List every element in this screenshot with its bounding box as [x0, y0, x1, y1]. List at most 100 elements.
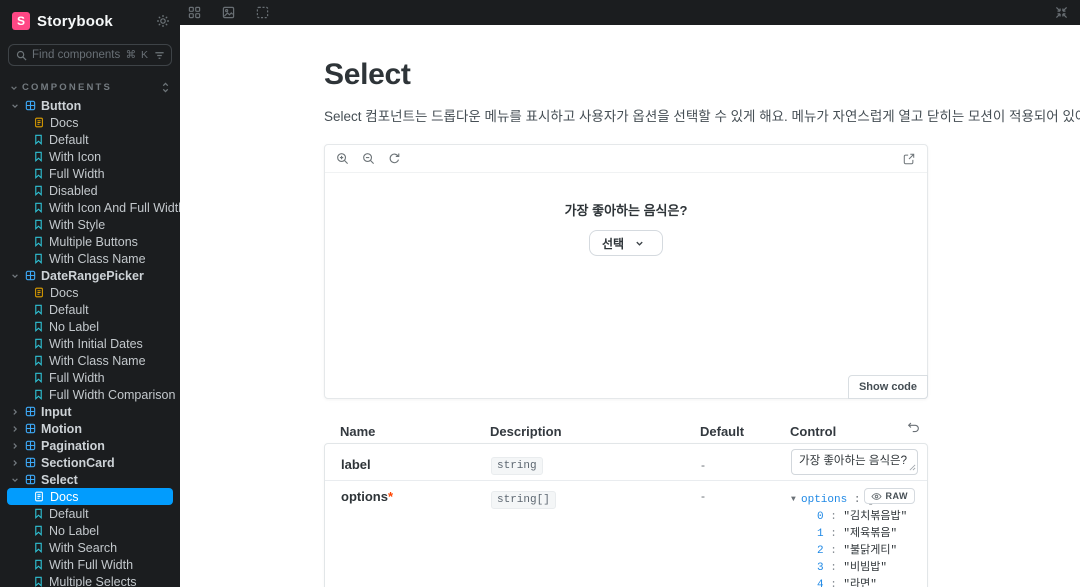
sidebar-story-button-docs[interactable]: Docs	[0, 114, 180, 131]
chevron-right-icon	[10, 442, 20, 450]
sidebar-story-button-with-style[interactable]: With Style	[0, 216, 180, 233]
sidebar-story-daterangepicker-default[interactable]: Default	[0, 301, 180, 318]
story-demo: 가장 좋아하는 음식은? 선택	[325, 173, 927, 257]
story-bookmark-icon	[34, 134, 43, 145]
page-title: Select	[324, 58, 411, 91]
show-code-button[interactable]: Show code	[847, 375, 928, 400]
sidebar-item-label: No Label	[49, 319, 100, 334]
sidebar-story-button-multiple-buttons[interactable]: Multiple Buttons	[0, 233, 180, 250]
sidebar-item-label: Motion	[41, 421, 82, 436]
collapse-all-icon[interactable]	[161, 82, 170, 93]
zoom-reset-icon[interactable]	[388, 152, 401, 165]
sidebar-item-label: With Search	[49, 540, 118, 555]
text-control-input[interactable]	[791, 449, 918, 476]
component-grid-icon	[25, 270, 36, 281]
sidebar-component-select[interactable]: Select	[0, 471, 180, 488]
sidebar-story-daterangepicker-full-width[interactable]: Full Width	[0, 369, 180, 386]
sidebar-story-select-with-full-width[interactable]: With Full Width	[0, 556, 180, 573]
eye-icon	[870, 492, 882, 501]
args-row-label: label string -	[325, 444, 927, 480]
sidebar-story-button-with-class-name[interactable]: With Class Name	[0, 250, 180, 267]
sidebar-story-daterangepicker-with-class-name[interactable]: With Class Name	[0, 352, 180, 369]
arg-default: -	[701, 457, 705, 472]
arg-description: string[]	[491, 489, 701, 510]
sidebar-item-label: Docs	[50, 285, 79, 300]
story-preview-panel: 가장 좋아하는 음식은? 선택 Show code	[324, 144, 928, 400]
json-array-item: 0 : "김치볶음밥"	[817, 511, 908, 524]
story-bookmark-icon	[34, 389, 43, 400]
story-bookmark-icon	[34, 219, 43, 230]
sidebar-story-select-docs[interactable]: Docs	[0, 488, 180, 505]
args-row-options: options* string[] - RAW ▼ options : [0 : "김치볶…	[325, 480, 927, 587]
sidebar-item-label: With Class Name	[49, 251, 146, 266]
image-background-icon[interactable]	[222, 6, 235, 19]
type-chip: string	[491, 456, 543, 475]
gear-icon[interactable]	[156, 14, 170, 28]
json-item-value: "제육볶음"	[843, 528, 898, 541]
sidebar-story-daterangepicker-with-initial-dates[interactable]: With Initial Dates	[0, 335, 180, 352]
sidebar-story-select-no-label[interactable]: No Label	[0, 522, 180, 539]
select-trigger-button[interactable]: 선택	[589, 230, 663, 257]
sidebar-story-daterangepicker-no-label[interactable]: No Label	[0, 318, 180, 335]
docs-page[interactable]: Select Select 컴포넌트는 드롭다운 메뉴를 표시하고 사용자가 옵…	[180, 25, 1080, 587]
docs-icon	[34, 117, 44, 128]
search-placeholder: Find components	[32, 49, 121, 61]
zoom-out-icon[interactable]	[362, 152, 375, 165]
story-bookmark-icon	[34, 168, 43, 179]
main-area: Select Select 컴포넌트는 드롭다운 메뉴를 표시하고 사용자가 옵…	[180, 0, 1080, 587]
caret-down-icon[interactable]: ▼	[791, 491, 801, 508]
sidebar-story-select-multiple-selects[interactable]: Multiple Selects	[0, 573, 180, 587]
brand: S Storybook	[0, 0, 180, 40]
brand-title: Storybook	[37, 12, 113, 30]
component-grid-icon	[25, 457, 36, 468]
json-array-item: 1 : "제육볶음"	[817, 528, 898, 541]
sidebar-story-daterangepicker-docs[interactable]: Docs	[0, 284, 180, 301]
sidebar-story-button-with-icon-and-full-width[interactable]: With Icon And Full Width	[0, 199, 180, 216]
components-section-header[interactable]: COMPONENTS	[0, 76, 180, 97]
arg-default: -	[701, 489, 705, 504]
story-bookmark-icon	[34, 372, 43, 383]
sidebar-item-label: With Style	[49, 217, 106, 232]
reset-controls-icon[interactable]	[907, 421, 920, 434]
search-icon	[16, 50, 27, 61]
outline-icon[interactable]	[256, 6, 269, 19]
sidebar-story-button-default[interactable]: Default	[0, 131, 180, 148]
sidebar-story-select-with-search[interactable]: With Search	[0, 539, 180, 556]
sidebar-story-button-full-width[interactable]: Full Width	[0, 165, 180, 182]
story-bookmark-icon	[34, 321, 43, 332]
args-table: Name Description Default Control label st…	[324, 419, 928, 587]
chevron-right-icon	[10, 408, 20, 416]
sidebar-component-daterangepicker[interactable]: DateRangePicker	[0, 267, 180, 284]
sidebar-component-pagination[interactable]: Pagination	[0, 437, 180, 454]
chevron-down-icon	[10, 476, 20, 484]
sidebar-story-button-with-icon[interactable]: With Icon	[0, 148, 180, 165]
sidebar-item-label: Pagination	[41, 438, 105, 453]
raw-toggle-button[interactable]: RAW	[863, 488, 915, 505]
sidebar-component-button[interactable]: Button	[0, 97, 180, 114]
story-bookmark-icon	[34, 559, 43, 570]
zoom-in-icon[interactable]	[336, 152, 349, 165]
chevron-right-icon	[10, 425, 20, 433]
sidebar-component-input[interactable]: Input	[0, 403, 180, 420]
sidebar-toggle-grid-icon[interactable]	[188, 6, 201, 19]
preview-toolbar	[325, 145, 927, 174]
sidebar-component-sectioncard[interactable]: SectionCard	[0, 454, 180, 471]
sidebar-component-motion[interactable]: Motion	[0, 420, 180, 437]
sidebar-item-label: Select	[41, 472, 78, 487]
search-input[interactable]: Find components ⌘ K	[8, 44, 172, 66]
select-value: 선택	[602, 236, 625, 251]
sidebar-item-label: With Initial Dates	[49, 336, 143, 351]
search-shortcut: ⌘ K	[125, 49, 149, 61]
sidebar-item-label: Disabled	[49, 183, 98, 198]
story-bookmark-icon	[34, 304, 43, 315]
args-table-body: labelstring-options*string[]-RAW▼options…	[324, 443, 928, 587]
fullscreen-toggle-icon[interactable]	[1055, 6, 1068, 19]
sidebar-story-daterangepicker-full-width-comparison[interactable]: Full Width Comparison	[0, 386, 180, 403]
open-external-icon[interactable]	[903, 153, 915, 165]
sidebar-story-select-default[interactable]: Default	[0, 505, 180, 522]
json-item-value: "라면"	[843, 579, 877, 587]
chevron-down-icon	[10, 102, 20, 110]
sidebar-story-button-disabled[interactable]: Disabled	[0, 182, 180, 199]
filter-icon[interactable]	[154, 50, 165, 61]
json-item-value: "비빔밥"	[843, 562, 887, 575]
